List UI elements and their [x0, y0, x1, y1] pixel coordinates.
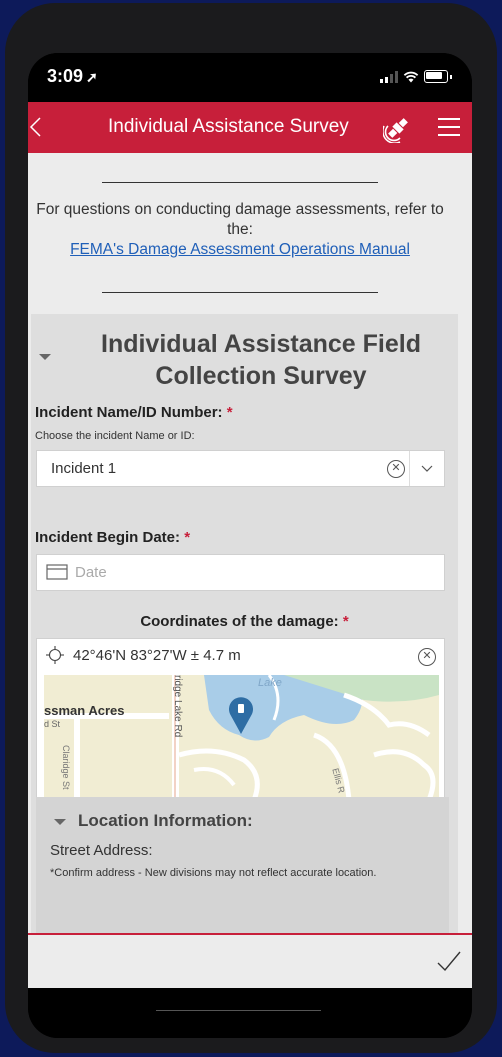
map-label-lake: Lake — [258, 677, 282, 689]
collapse-caret-icon[interactable] — [39, 354, 51, 360]
header-title: Individual Assistance Survey — [108, 116, 349, 137]
battery-icon — [424, 70, 448, 83]
incident-select[interactable]: Incident 1 ✕ — [36, 450, 445, 487]
address-note: *Confirm address - New divisions may not… — [50, 867, 377, 879]
map-label-claridge: Claridge St — [61, 745, 71, 790]
clear-icon[interactable]: ✕ — [387, 460, 405, 478]
incident-hint: Choose the incident Name or ID: — [35, 430, 195, 442]
calendar-icon — [46, 564, 68, 580]
chevron-down-icon — [421, 465, 433, 472]
begin-date-input[interactable]: Date — [36, 554, 445, 591]
map-label-road: ridge Lake Rd — [172, 675, 183, 738]
intro-text: For questions on conducting damage asses… — [28, 200, 452, 260]
checkmark-icon[interactable] — [436, 949, 462, 973]
location-title: Location Information: — [78, 811, 253, 830]
phone-screen: 3:09 ➚ Individual Assistance Survey For … — [28, 53, 472, 1038]
date-placeholder: Date — [75, 564, 107, 581]
intro-question: For questions on conducting damage asses… — [36, 201, 444, 238]
survey-section: Individual Assistance Field Collection S… — [31, 314, 458, 933]
map-graphic — [44, 675, 439, 800]
crosshair-icon[interactable] — [46, 646, 64, 664]
clear-icon[interactable]: ✕ — [418, 648, 436, 666]
menu-icon[interactable] — [438, 118, 460, 136]
signal-icon — [380, 70, 398, 83]
street-address-label: Street Address: — [50, 842, 153, 859]
back-arrow-icon[interactable] — [28, 116, 46, 138]
collapse-caret-icon[interactable] — [54, 819, 66, 825]
dropdown-button[interactable] — [409, 451, 444, 486]
satellite-icon[interactable] — [383, 113, 413, 143]
status-time: 3:09 ➚ — [47, 66, 98, 86]
coordinates-label: Coordinates of the damage: * — [140, 613, 349, 630]
incident-value: Incident 1 — [51, 460, 117, 477]
coordinates-field[interactable]: 42°46'N 83°27'W ± 4.7 m ✕ ssman Acres d … — [36, 638, 445, 807]
wifi-icon — [403, 71, 419, 82]
divider — [102, 292, 378, 293]
coordinates-value: 42°46'N 83°27'W ± 4.7 m — [73, 647, 241, 664]
begin-date-label: Incident Begin Date: * — [35, 529, 191, 546]
survey-title: Individual Assistance Field Collection S… — [101, 330, 421, 390]
status-icons — [380, 70, 452, 83]
survey-content[interactable]: For questions on conducting damage asses… — [28, 153, 472, 933]
status-bar: 3:09 ➚ — [28, 53, 472, 102]
location-arrow-icon: ➚ — [86, 69, 98, 85]
map-label-place: ssman Acres — [44, 703, 125, 718]
app-header: Individual Assistance Survey — [28, 102, 472, 153]
map-pin-icon[interactable] — [228, 695, 254, 735]
location-information-section: Location Information: Street Address: *C… — [36, 797, 449, 933]
map-label-street: d St — [44, 719, 61, 729]
footer-bar — [28, 933, 472, 990]
divider — [102, 182, 378, 183]
incident-label: Incident Name/ID Number: * — [35, 404, 233, 421]
fema-manual-link[interactable]: FEMA's Damage Assessment Operations Manu… — [70, 241, 410, 258]
bottom-bar — [28, 988, 472, 1038]
location-map[interactable]: ssman Acres d St Claridge St ridge Lake … — [44, 675, 439, 800]
